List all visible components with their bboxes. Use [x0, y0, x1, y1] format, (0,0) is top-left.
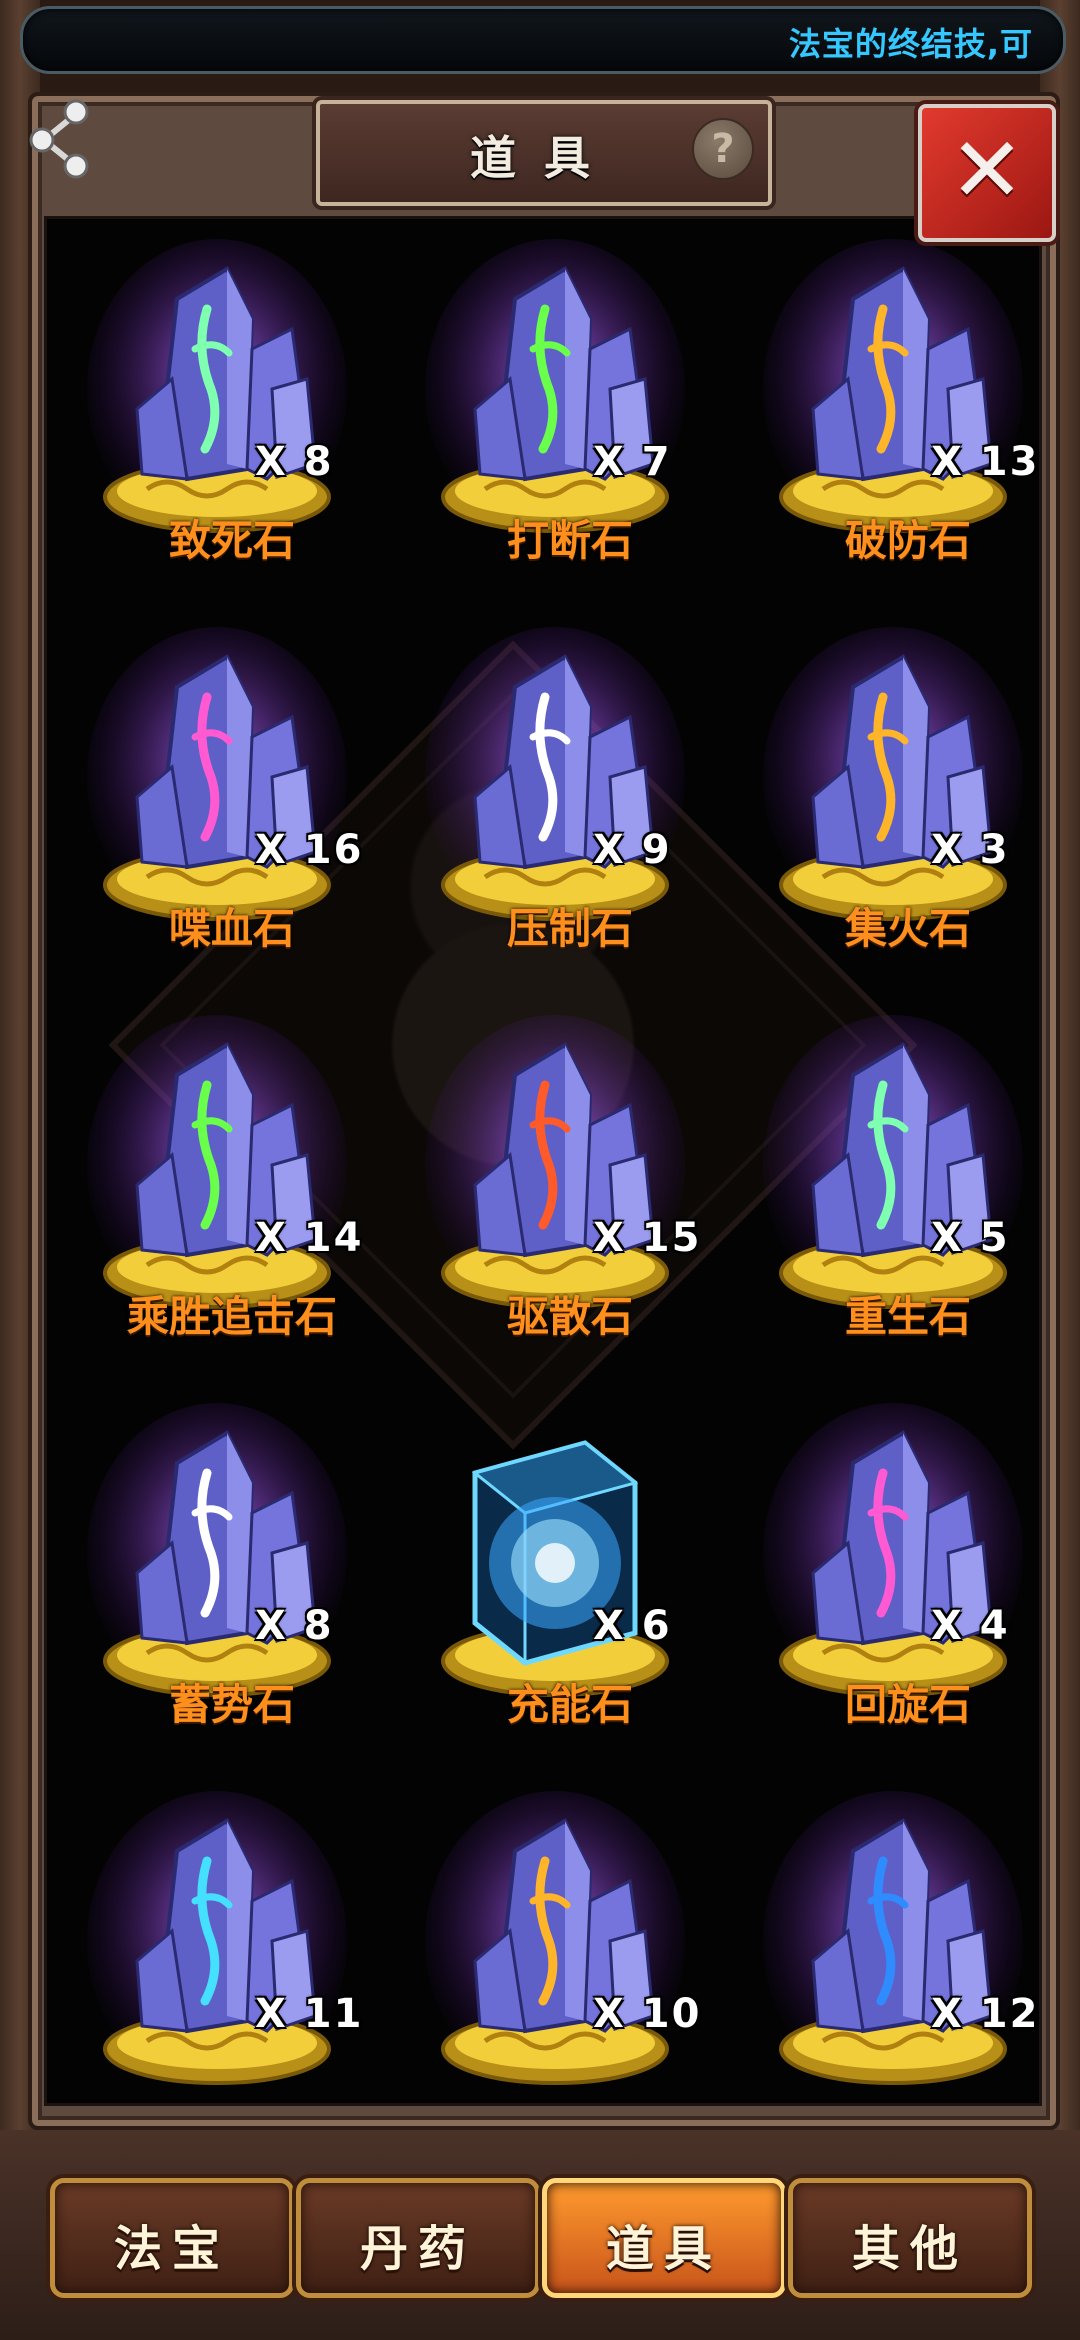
item-slot[interactable]: X 6 充能石	[405, 1403, 735, 1793]
close-button[interactable]: ✕	[918, 104, 1056, 242]
rune-crystal-icon	[743, 1791, 1039, 2103]
item-slot[interactable]: X 8 蓄势石	[67, 1403, 397, 1793]
item-name: 充能石	[506, 1680, 633, 1729]
rune-crystal-icon	[405, 1791, 735, 2103]
close-icon: ✕	[949, 118, 1025, 223]
item-count: X 8	[255, 1603, 334, 1649]
item-slot[interactable]: X 5 重生石	[743, 1015, 1039, 1405]
tab-label: 丹药	[359, 2221, 476, 2277]
item-count: X 7	[593, 439, 672, 485]
item-count: X 4	[931, 1603, 1010, 1649]
item-slot[interactable]: X 14 乘胜追击石	[67, 1015, 397, 1405]
item-name: 打断石	[506, 516, 633, 565]
item-slot[interactable]: X 16 喋血石	[67, 627, 397, 1017]
item-count: X 9	[593, 827, 672, 873]
item-name: 乘胜追击石	[126, 1292, 337, 1341]
announcement-marquee: 法宝的终结技,可	[20, 6, 1066, 74]
item-name: 蓄势石	[168, 1680, 295, 1729]
item-count: X 6	[593, 1603, 672, 1649]
item-count: X 10	[593, 1991, 702, 2037]
item-name: 破防石	[844, 516, 971, 565]
item-slot[interactable]: X 11	[67, 1791, 397, 2103]
tab-fabao[interactable]: 法宝	[50, 2178, 294, 2298]
share-icon[interactable]	[28, 96, 94, 180]
item-name: 回旋石	[844, 1680, 971, 1729]
tab-label: 其他	[851, 2221, 968, 2277]
item-name: 喋血石	[168, 904, 295, 953]
question-icon: ?	[711, 126, 735, 172]
tab-qita[interactable]: 其他	[788, 2178, 1032, 2298]
item-list-area[interactable]: X 8 致死石 X 7 打断石 X 13 破防石 X 16 喋血石 X 9 压制…	[44, 216, 1042, 2106]
item-slot[interactable]: X 15 驱散石	[405, 1015, 735, 1405]
item-slot[interactable]: X 10	[405, 1791, 735, 2103]
marquee-text: 法宝的终结技,可	[788, 25, 1033, 63]
item-slot[interactable]: X 4 回旋石	[743, 1403, 1039, 1793]
item-slot[interactable]: X 13 破防石	[743, 239, 1040, 629]
item-count: X 3	[931, 827, 1010, 873]
tab-daoju[interactable]: 道具	[542, 2178, 786, 2298]
item-slot[interactable]: X 7 打断石	[405, 239, 735, 629]
item-count: X 5	[931, 1215, 1010, 1261]
item-name: 重生石	[844, 1292, 971, 1341]
item-slot[interactable]: X 3 集火石	[743, 627, 1039, 1017]
item-count: X 15	[593, 1215, 702, 1261]
item-name: 致死石	[168, 516, 295, 565]
tab-label: 法宝	[113, 2221, 230, 2277]
item-slot[interactable]: X 12	[743, 1791, 1040, 2103]
item-slot[interactable]: X 9 压制石	[405, 627, 735, 1017]
tab-label: 道具	[605, 2221, 722, 2277]
item-count: X 11	[255, 1991, 364, 2037]
item-count: X 8	[255, 439, 334, 485]
item-name: 驱散石	[506, 1292, 633, 1341]
tab-danyao[interactable]: 丹药	[296, 2178, 540, 2298]
item-name: 集火石	[844, 904, 971, 953]
item-count: X 13	[931, 439, 1040, 485]
item-name: 压制石	[506, 904, 633, 953]
item-count: X 14	[255, 1215, 364, 1261]
item-count: X 12	[931, 1991, 1040, 2037]
help-button[interactable]: ?	[692, 118, 754, 180]
item-count: X 16	[255, 827, 364, 873]
item-slot[interactable]: X 8 致死石	[67, 239, 397, 629]
rune-crystal-icon	[67, 1791, 397, 2103]
